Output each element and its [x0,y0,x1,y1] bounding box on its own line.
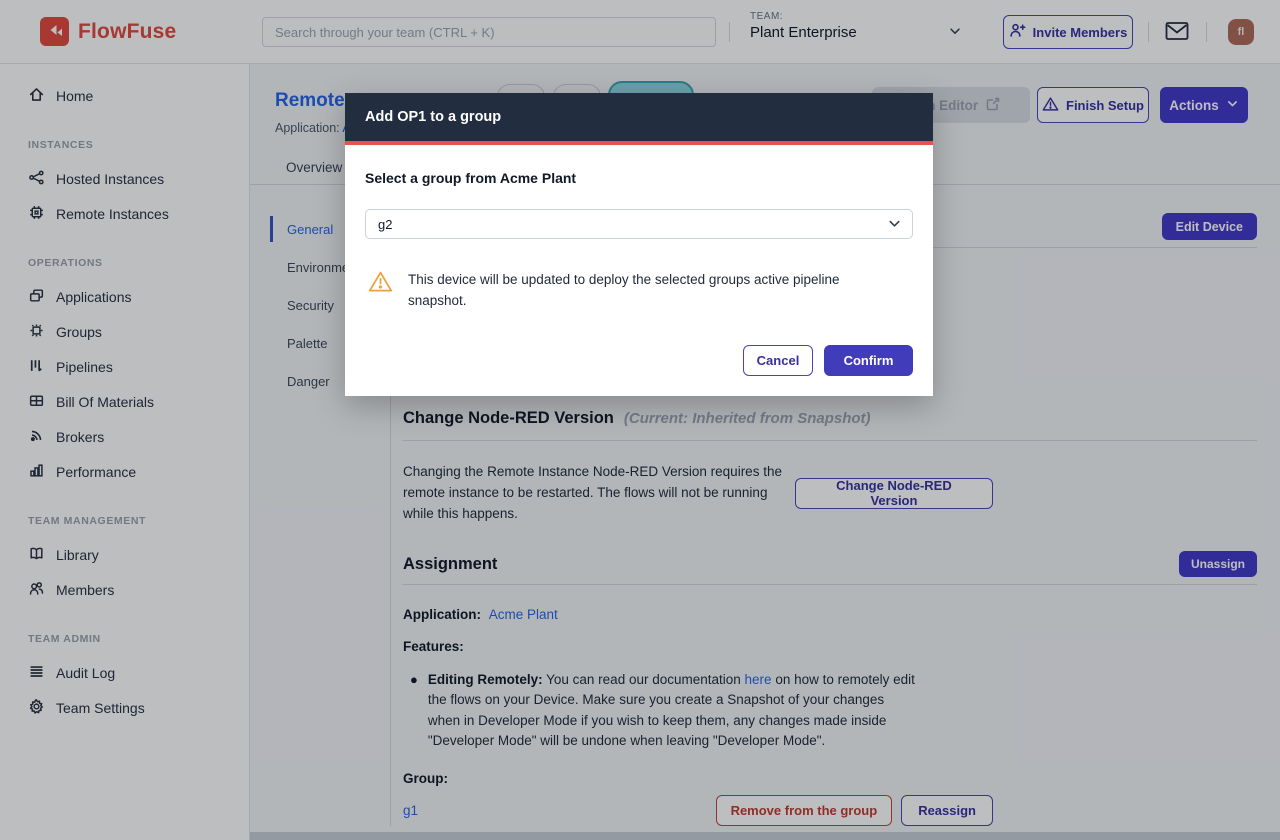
flowfuse-app: FlowFuse TEAM: Plant Enterprise Invite M… [0,0,1280,840]
dialog-body: Select a group from Acme Plant This devi… [345,145,933,396]
warning-triangle-icon [368,270,393,298]
warning-message: This device will be updated to deploy th… [365,270,913,312]
group-select-input[interactable] [365,209,913,239]
confirm-button[interactable]: Confirm [824,345,913,376]
dialog-title: Add OP1 to a group [365,109,501,125]
select-group-label: Select a group from Acme Plant [365,170,913,186]
dialog-footer: Cancel Confirm [365,345,913,376]
warning-text: This device will be updated to deploy th… [408,270,886,312]
dialog-header: Add OP1 to a group [345,93,933,141]
add-to-group-dialog: Add OP1 to a group Select a group from A… [345,93,933,396]
group-select [365,209,913,239]
cancel-button[interactable]: Cancel [743,345,813,376]
